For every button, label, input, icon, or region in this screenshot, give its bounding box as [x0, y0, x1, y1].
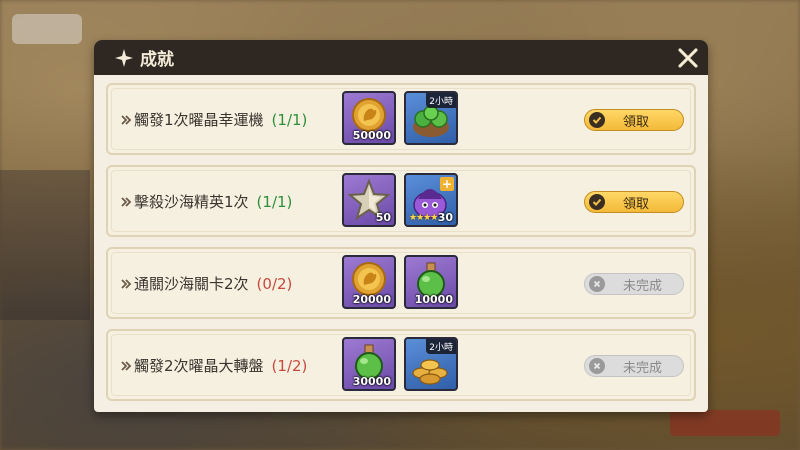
- achievement-row: 通關沙海關卡2次 (0/2) 20000 10000 未完成: [106, 247, 696, 319]
- reward-quantity: 20000: [352, 293, 391, 306]
- achievement-progress: (1/1): [256, 192, 293, 211]
- achievement-row: 觸發1次曜晶幸運機 (1/1) 50000 2小時 領取: [106, 83, 696, 155]
- reward-quantity: 10000: [414, 293, 453, 306]
- achievement-label: 觸發1次曜晶幸運機 (1/1): [120, 109, 307, 130]
- reward-quantity: 50000: [352, 129, 391, 142]
- background-hud-chip: [12, 14, 82, 44]
- achievement-row: 觸發2次曜晶大轉盤 (1/2) 30000 2小時 未完成: [106, 329, 696, 401]
- panel-title: 成就: [140, 50, 174, 70]
- duration-tag: 2小時: [426, 339, 456, 354]
- reward-quantity: 30000: [352, 375, 391, 388]
- achievement-text: 通關沙海關卡2次: [134, 275, 249, 293]
- achievement-text: 觸發2次曜晶大轉盤: [134, 357, 264, 375]
- incomplete-button: 未完成: [584, 355, 684, 377]
- claim-button[interactable]: 領取: [584, 191, 684, 213]
- reward-quantity: 30: [437, 211, 453, 224]
- incomplete-button-label: 未完成: [623, 278, 663, 294]
- panel-header: 成就: [94, 40, 708, 75]
- achievement-progress: (1/2): [271, 356, 308, 375]
- plus-badge-icon: +: [440, 177, 454, 191]
- achievement-progress: (1/1): [271, 110, 308, 129]
- x-circle-icon: [589, 276, 605, 292]
- incomplete-button: 未完成: [584, 273, 684, 295]
- x-circle-icon: [589, 358, 605, 374]
- double-arrow-icon: [121, 114, 132, 125]
- reward-quantity: 50: [375, 211, 391, 224]
- achievement-text: 擊殺沙海精英1次: [134, 193, 249, 211]
- achievement-label: 通關沙海關卡2次 (0/2): [120, 273, 292, 294]
- double-arrow-icon: [121, 196, 132, 207]
- star-rating: ★★★★: [409, 213, 438, 223]
- reward-green-potion[interactable]: 10000: [404, 255, 458, 309]
- double-arrow-icon: [121, 278, 132, 289]
- achievement-progress: (0/2): [256, 274, 293, 293]
- checkmark-icon: [589, 194, 605, 210]
- achievement-row: 擊殺沙海精英1次 (1/1) 50 + ★★★★ 30 領取: [106, 165, 696, 237]
- reward-green-potion[interactable]: 30000: [342, 337, 396, 391]
- checkmark-icon: [589, 112, 605, 128]
- duration-tag: 2小時: [426, 93, 456, 108]
- double-arrow-icon: [121, 360, 132, 371]
- achievement-panel: 成就 觸發1次曜晶幸運機 (1/1) 50000 2小時 領取 擊殺沙海精英1次…: [94, 40, 708, 412]
- claim-button-label: 領取: [623, 196, 650, 212]
- achievement-list[interactable]: 觸發1次曜晶幸運機 (1/1) 50000 2小時 領取 擊殺沙海精英1次 (1…: [94, 75, 708, 412]
- achievement-label: 觸發2次曜晶大轉盤 (1/2): [120, 355, 307, 376]
- reward-coin-pile[interactable]: 2小時: [404, 337, 458, 391]
- reward-purple-slime-pet[interactable]: + ★★★★ 30: [404, 173, 458, 227]
- achievement-text: 觸發1次曜晶幸運機: [134, 111, 264, 129]
- close-icon: [678, 48, 698, 68]
- claim-button[interactable]: 領取: [584, 109, 684, 131]
- achievement-label: 擊殺沙海精英1次 (1/1): [120, 191, 292, 212]
- reward-potion-bag[interactable]: 2小時: [404, 91, 458, 145]
- close-button[interactable]: [674, 44, 702, 72]
- sparkle-star-icon: [114, 48, 134, 68]
- claim-button-label: 領取: [623, 114, 650, 130]
- reward-gold-coin[interactable]: 50000: [342, 91, 396, 145]
- incomplete-button-label: 未完成: [623, 360, 663, 376]
- reward-star-token[interactable]: 50: [342, 173, 396, 227]
- background-hud-button: [670, 410, 780, 436]
- reward-gold-coin[interactable]: 20000: [342, 255, 396, 309]
- background-shadow: [0, 170, 90, 320]
